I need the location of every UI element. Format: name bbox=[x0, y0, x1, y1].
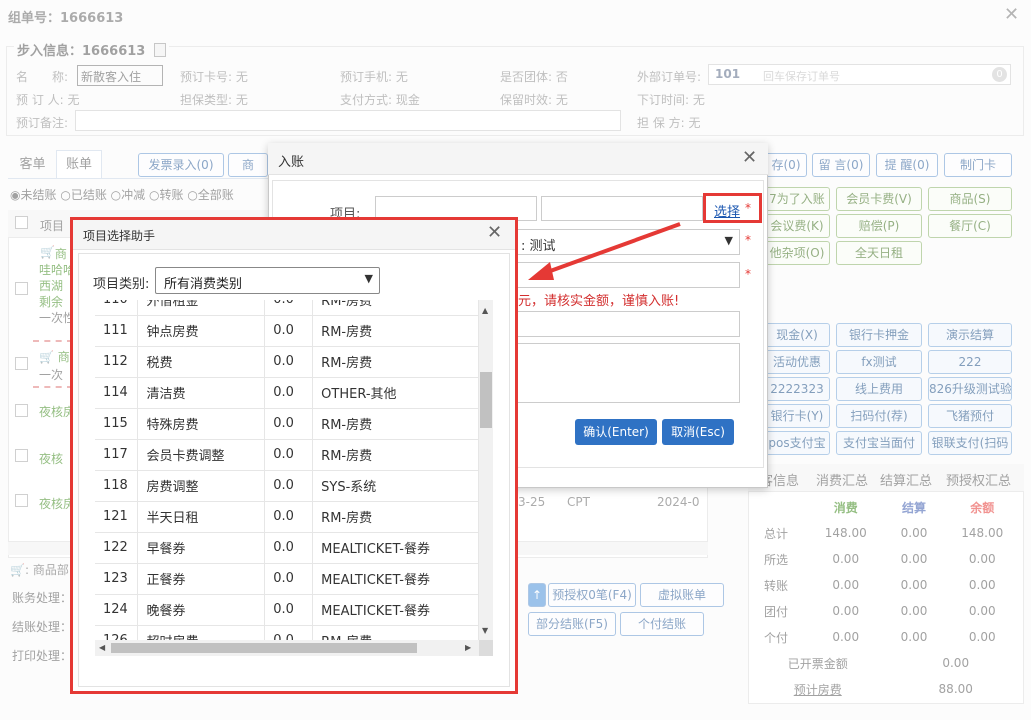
select-item-link[interactable]: 选择 bbox=[714, 201, 740, 220]
helper-row[interactable]: 115 特殊房费 0.0 RM-房费 bbox=[95, 408, 479, 440]
entry-dialog-titlebar bbox=[268, 143, 768, 175]
memo-textarea[interactable] bbox=[505, 343, 740, 403]
amount-warning: 元，请核实金额，谨慎入账! bbox=[518, 294, 680, 309]
helper-row[interactable]: 111 钟点房费 0.0 RM-房费 bbox=[95, 315, 479, 347]
required-mark-3: * bbox=[745, 267, 751, 281]
chevron-down-icon: ▼ bbox=[724, 234, 733, 247]
helper-close-icon[interactable]: ✕ bbox=[487, 222, 502, 243]
category-chevron-icon: ▼ bbox=[364, 272, 373, 285]
helper-row[interactable]: 124 晚餐券 0.0 MEALTICKET-餐券 bbox=[95, 594, 479, 626]
helper-vscrollbar[interactable]: ▲ ▼ bbox=[479, 300, 493, 640]
scroll-corner bbox=[479, 640, 493, 656]
entry-close-icon[interactable]: ✕ bbox=[742, 147, 757, 168]
required-mark-1: * bbox=[745, 201, 751, 215]
helper-hscrollbar[interactable]: ◀ ▶ bbox=[95, 640, 479, 656]
helper-row[interactable]: 112 税费 0.0 RM-房费 bbox=[95, 346, 479, 378]
helper-row[interactable]: 118 房费调整 0.0 SYS-系统 bbox=[95, 470, 479, 502]
helper-row-partial-top[interactable]: 110外借租金0.0RM-房费 bbox=[95, 300, 479, 316]
helper-table-viewport: 110外借租金0.0RM-房费 111钟点房费0.0RM-房费 112税费0.0… bbox=[95, 300, 479, 640]
helper-row[interactable]: 121 半天日租 0.0 RM-房费 bbox=[95, 501, 479, 533]
remark-input[interactable] bbox=[505, 311, 740, 337]
category-select-value: 所有消费类别 bbox=[164, 277, 243, 292]
category-label: 项目类别: bbox=[93, 277, 150, 292]
entry-dialog-title: 入账 bbox=[278, 155, 305, 170]
scroll-up-arrow-icon[interactable]: ▲ bbox=[482, 306, 488, 315]
scroll-right-arrow-icon[interactable]: ▶ bbox=[465, 643, 471, 652]
scroll-left-arrow-icon[interactable]: ◀ bbox=[99, 643, 105, 652]
helper-row[interactable]: 122 早餐券 0.0 MEALTICKET-餐券 bbox=[95, 532, 479, 564]
helper-row[interactable]: 117 会员卡费调整 0.0 RM-房费 bbox=[95, 439, 479, 471]
red-arrow-annotation bbox=[528, 222, 681, 280]
cancel-button[interactable]: 取消(Esc) bbox=[662, 419, 734, 445]
scroll-thumb[interactable] bbox=[480, 372, 492, 428]
helper-row[interactable]: 114 清洁费 0.0 OTHER-其他 bbox=[95, 377, 479, 409]
required-mark-2: * bbox=[745, 233, 751, 247]
helper-row-partial-bottom[interactable]: 126超时房费0.0RM-房费 bbox=[95, 625, 479, 640]
scroll-down-arrow-icon[interactable]: ▼ bbox=[482, 626, 488, 635]
confirm-button[interactable]: 确认(Enter) bbox=[575, 419, 657, 445]
category-select[interactable]: 所有消费类别 ▼ bbox=[155, 267, 380, 294]
helper-title: 项目选择助手 bbox=[83, 229, 156, 243]
hscroll-thumb[interactable] bbox=[111, 643, 417, 653]
helper-row[interactable]: 123 正餐券 0.0 MEALTICKET-餐券 bbox=[95, 563, 479, 595]
